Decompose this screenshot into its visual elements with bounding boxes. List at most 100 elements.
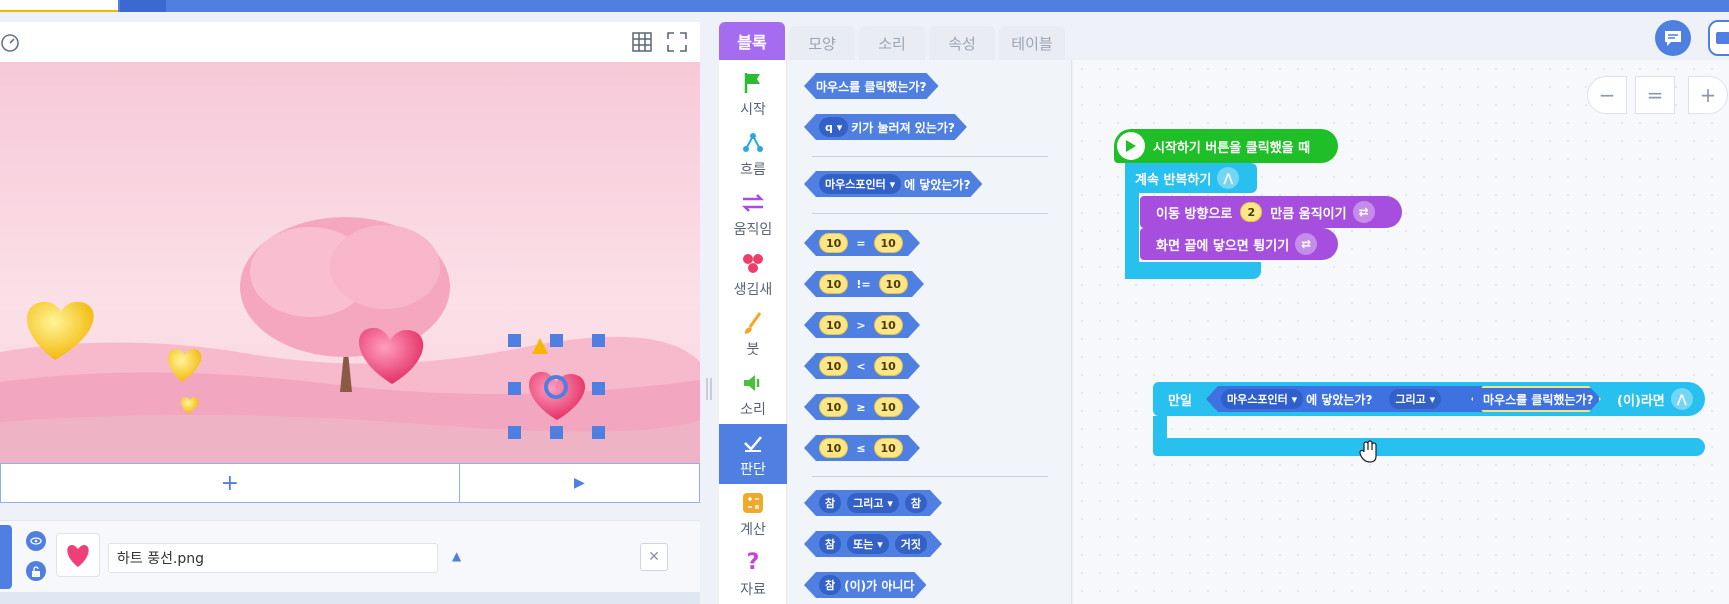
category-label: 판단: [740, 461, 766, 478]
eye-icon[interactable]: [26, 531, 46, 551]
category-label: 생김새: [733, 281, 773, 298]
grid-icon[interactable]: [631, 31, 653, 53]
forever-label: 계속 반복하기 ⋀: [1135, 163, 1240, 193]
and-dropdown[interactable]: 그리고 ▾: [847, 493, 899, 513]
expand-icon[interactable]: ▲: [452, 549, 461, 563]
calculator-icon: [740, 490, 766, 516]
tab-shapes[interactable]: 모양: [789, 26, 855, 60]
close-icon[interactable]: ✕: [640, 543, 668, 571]
if-then-label: (이)라면 ⋀: [1617, 383, 1693, 415]
block-category-list: 시작 흐름 움직임 생김새 붓 소리 판단 계산 ? 자료: [719, 60, 787, 604]
side-panel-icon[interactable]: [1708, 20, 1729, 56]
tab-blocks[interactable]: 블록: [719, 22, 785, 60]
category-brush[interactable]: 붓: [719, 304, 787, 364]
palette-divider: [812, 213, 1048, 214]
category-label: 자료: [740, 581, 766, 598]
top-menu-bar: [0, 0, 1729, 12]
palette-divider: [812, 476, 1048, 477]
object-thumbnail: [56, 533, 100, 577]
play-icon: [1117, 132, 1145, 160]
stage-canvas[interactable]: [0, 62, 700, 464]
editor-tabs: 블록 모양 소리 속성 테이블: [719, 22, 1069, 60]
palette-block-not-equal[interactable]: 10 != 10: [804, 271, 924, 297]
category-calc[interactable]: 계산: [719, 484, 787, 544]
move-arrows-icon: ⇄: [1352, 201, 1375, 223]
speaker-icon: [740, 370, 766, 396]
brush-icon: [740, 310, 766, 336]
object-name-value: 하트 풍선.png: [117, 551, 205, 567]
zoom-out-button[interactable]: −: [1587, 76, 1627, 114]
flag-icon: [740, 70, 766, 96]
looks-icon: [740, 250, 766, 276]
zoom-reset-button[interactable]: =: [1635, 76, 1675, 114]
category-judge[interactable]: 판단: [719, 424, 787, 484]
entry-editor: + ▶ 하트 풍선.png ▲ ✕ 블록 모양 소리 속성 테이블 시작 흐름: [0, 0, 1729, 604]
if-bottom: [1153, 438, 1705, 456]
tab-sounds[interactable]: 소리: [859, 26, 925, 60]
category-data[interactable]: ? 자료: [719, 544, 787, 604]
flow-icon: ⋀: [1670, 388, 1693, 410]
play-icon: ▶: [573, 475, 585, 491]
touch-target-dropdown[interactable]: 마우스포인터 ▾: [819, 174, 901, 194]
script-block-start[interactable]: 시작하기 버튼을 클릭했을 때: [1114, 129, 1338, 163]
top-tab-active[interactable]: [0, 0, 118, 12]
zoom-in-button[interactable]: +: [1688, 76, 1728, 114]
palette-block-greater-equal[interactable]: 10 ≥10: [804, 394, 920, 420]
palette-block-touch[interactable]: 마우스포인터 ▾ 에 닿았는가?: [804, 171, 982, 197]
stage-header: [0, 22, 700, 62]
palette-block-less[interactable]: 10 <10: [804, 353, 920, 379]
script-block-bounce[interactable]: 화면 끝에 닿으면 튕기기 ⇄: [1140, 228, 1338, 260]
question-icon: ?: [746, 550, 760, 575]
tab-table[interactable]: 테이블: [999, 26, 1065, 60]
key-dropdown[interactable]: q ▾: [819, 117, 848, 137]
or-dropdown[interactable]: 또는 ▾: [847, 534, 889, 554]
palette-block-equal[interactable]: 10 = 10: [804, 230, 920, 256]
if-arm: [1153, 416, 1167, 438]
script-block-move[interactable]: 이동 방향으로 2 만큼 움직이기 ⇄: [1140, 196, 1402, 228]
check-icon: [740, 430, 766, 456]
category-label: 움직임: [733, 221, 773, 238]
move-arrows-icon: [740, 190, 766, 216]
category-start[interactable]: 시작: [719, 64, 787, 124]
chat-icon[interactable]: [1655, 20, 1691, 56]
forever-bottom: [1125, 262, 1261, 279]
category-label: 계산: [740, 521, 766, 538]
move-value-input[interactable]: 2: [1240, 202, 1263, 222]
palette-block-or[interactable]: 참 또는 ▾ 거짓: [804, 531, 942, 557]
category-sound[interactable]: 소리: [719, 364, 787, 424]
if-label: 만일: [1168, 393, 1192, 409]
if-condition-mouse-clicked[interactable]: 마우스를 클릭했는가?: [1471, 386, 1601, 412]
palette-block-mouse-clicked[interactable]: 마우스를 클릭했는가?: [804, 73, 939, 99]
flow-icon: ⋀: [1217, 167, 1240, 189]
stage-scene: [0, 62, 700, 464]
hand-cursor-icon: [1359, 440, 1377, 463]
object-name-input[interactable]: 하트 풍선.png: [108, 543, 438, 573]
category-flow[interactable]: 흐름: [719, 124, 787, 184]
object-list-item[interactable]: 하트 풍선.png ▲ ✕: [0, 520, 700, 592]
fullscreen-icon[interactable]: [666, 31, 688, 53]
category-move[interactable]: 움직임: [719, 184, 787, 244]
add-object-button[interactable]: +: [1, 464, 460, 502]
category-label: 붓: [746, 341, 760, 358]
object-side-tab[interactable]: [0, 525, 12, 589]
palette-block-less-equal[interactable]: 10 ≤10: [804, 435, 920, 461]
speedometer-icon[interactable]: [0, 33, 20, 53]
tab-properties[interactable]: 속성: [929, 26, 995, 60]
palette-block-and[interactable]: 참 그리고 ▾ 참: [804, 490, 942, 516]
top-tab[interactable]: [120, 0, 166, 12]
category-label: 흐름: [740, 161, 766, 178]
palette-block-greater[interactable]: 10 >10: [804, 312, 920, 338]
category-looks[interactable]: 생김새: [719, 244, 787, 304]
stage-control-bar: + ▶: [0, 463, 700, 503]
object-list-footer: [0, 592, 700, 604]
run-button[interactable]: ▶: [460, 464, 699, 502]
category-label: 소리: [740, 401, 766, 418]
move-arrows-icon: ⇄: [1295, 233, 1318, 255]
panel-splitter[interactable]: [706, 378, 712, 400]
palette-block-not[interactable]: 참 (이)가 아니다: [804, 572, 926, 598]
palette-block-key-pressed[interactable]: q ▾ 키가 눌러져 있는가?: [804, 114, 967, 140]
category-label: 시작: [740, 101, 766, 118]
plus-icon: +: [220, 470, 240, 496]
lock-icon[interactable]: [26, 561, 46, 581]
flow-icon: [740, 130, 766, 156]
